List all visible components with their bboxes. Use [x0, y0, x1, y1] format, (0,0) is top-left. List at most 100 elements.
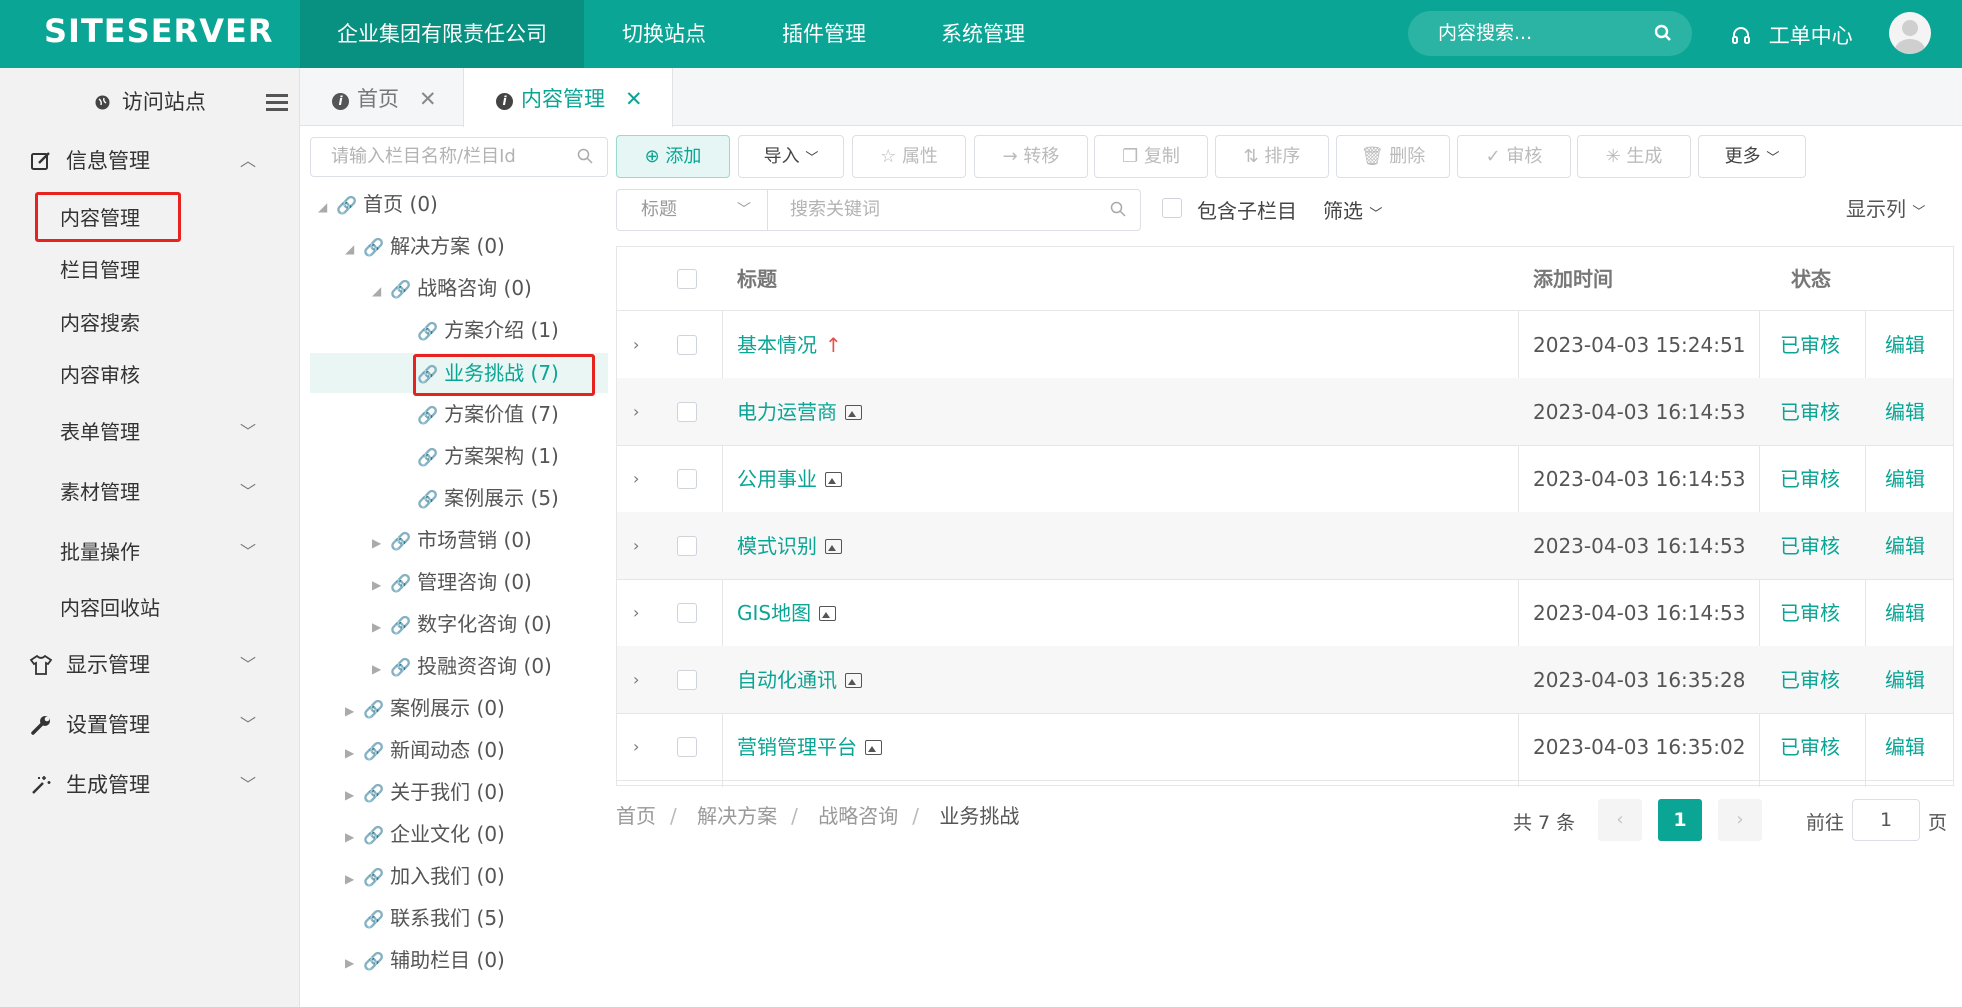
row-edit-link[interactable]: 编辑 [1885, 713, 1925, 781]
row-title-link[interactable]: 基本情况 ↑ [737, 311, 842, 379]
topnav-system[interactable]: 系统管理 [904, 0, 1062, 68]
topnav-company[interactable]: 企业集团有限责任公司 [300, 0, 584, 68]
row-edit-link[interactable]: 编辑 [1885, 445, 1925, 513]
row-checkbox[interactable] [677, 536, 697, 556]
tree-node[interactable]: ◢ 🔗 解决方案 (0) [345, 228, 505, 264]
row-checkbox[interactable] [677, 670, 697, 690]
tree-node[interactable]: ▶ 🔗 加入我们 (0) [345, 858, 505, 894]
sidebar-group-info[interactable]: 信息管理 ︿ [0, 132, 300, 190]
row-title-link[interactable]: GIS地图 [737, 579, 837, 647]
screen-dropdown[interactable]: 筛选 ﹀ [1323, 195, 1382, 224]
goto-page-input[interactable]: 1 [1852, 799, 1920, 841]
expand-icon[interactable]: › [633, 646, 639, 714]
breadcrumb-item[interactable]: 首页 [616, 804, 656, 828]
tree-node[interactable]: ▶ 🔗 企业文化 (0) [345, 816, 505, 852]
tree-node[interactable]: ▶ 🔗 新闻动态 (0) [345, 732, 505, 768]
expand-icon[interactable]: › [633, 311, 639, 379]
move-button[interactable]: → 转移 [974, 135, 1088, 178]
row-status-link[interactable]: 已审核 [1780, 646, 1840, 714]
tab-home[interactable]: i 首页 ✕ [300, 68, 463, 126]
site-logo[interactable]: SITESERVER [44, 12, 273, 50]
add-button[interactable]: ⊕ 添加 [616, 135, 730, 178]
row-title-link[interactable]: 营销管理平台 [737, 713, 882, 781]
tab-content-manage[interactable]: i 内容管理 ✕ [463, 68, 673, 127]
delete-button[interactable]: 🗑 删除 [1336, 135, 1450, 178]
row-status-link[interactable]: 已审核 [1780, 512, 1840, 580]
breadcrumb-item[interactable]: 战略咨询 [818, 804, 898, 828]
search-icon[interactable] [1654, 11, 1672, 56]
row-checkbox[interactable] [677, 469, 697, 489]
row-checkbox[interactable] [677, 335, 697, 355]
row-status-link[interactable]: 已审核 [1780, 378, 1840, 446]
row-status-link[interactable]: 已审核 [1780, 579, 1840, 647]
expand-icon[interactable]: › [633, 579, 639, 647]
sidebar-item-recycle[interactable]: 内容回收站 [0, 582, 300, 634]
row-status-link[interactable]: 已审核 [1780, 713, 1840, 781]
tree-node[interactable]: ▶ 🔗 数字化咨询 (0) [372, 606, 552, 642]
row-edit-link[interactable]: 编辑 [1885, 579, 1925, 647]
column-header-time[interactable]: 添加时间 [1533, 247, 1613, 311]
tree-node[interactable]: 🔗 联系我们 (5) [345, 900, 505, 936]
tree-node[interactable]: ▶ 🔗 管理咨询 (0) [372, 564, 532, 600]
field-select[interactable]: 标题 ﹀ [616, 189, 768, 231]
row-status-link[interactable]: 已审核 [1780, 311, 1840, 379]
prev-page-button[interactable]: ‹ [1598, 799, 1642, 841]
topnav-switch-site[interactable]: 切换站点 [585, 0, 743, 68]
keyword-input[interactable]: 搜索关键词 [767, 189, 1141, 231]
sidebar-group-display[interactable]: 显示管理 ﹀ [0, 636, 300, 694]
tree-node[interactable]: ◢ 🔗 首页 (0) [318, 186, 438, 222]
row-title-link[interactable]: 自动化通讯 [737, 646, 862, 714]
row-checkbox[interactable] [677, 737, 697, 757]
sidebar-item-channel-manage[interactable]: 栏目管理 [0, 244, 300, 296]
row-title-link[interactable]: 电力运营商 [737, 378, 862, 446]
sidebar-item-content-search[interactable]: 内容搜索 [0, 297, 300, 349]
user-avatar[interactable] [1889, 12, 1931, 54]
sidebar-group-generate[interactable]: 生成管理 ﹀ [0, 756, 300, 814]
row-checkbox[interactable] [677, 402, 697, 422]
row-checkbox[interactable] [677, 603, 697, 623]
generate-button[interactable]: ✳ 生成 [1577, 135, 1691, 178]
import-button[interactable]: 导入 ﹀ [738, 135, 844, 178]
topnav-plugins[interactable]: 插件管理 [745, 0, 903, 68]
column-header-status[interactable]: 状态 [1791, 247, 1831, 311]
tree-node[interactable]: 🔗 案例展示 (5) [399, 480, 559, 516]
row-edit-link[interactable]: 编辑 [1885, 378, 1925, 446]
row-title-link[interactable]: 模式识别 [737, 512, 842, 580]
channel-search-input[interactable]: 请输入栏目名称/栏目Id [310, 137, 608, 177]
select-all-checkbox[interactable] [677, 269, 697, 289]
visit-site-link[interactable]: 访问站点 [0, 68, 300, 130]
sidebar-item-forms[interactable]: 表单管理 ﹀ [0, 406, 300, 458]
row-title-link[interactable]: 公用事业 [737, 445, 842, 513]
columns-dropdown[interactable]: 显示列 ﹀ [1846, 193, 1925, 222]
breadcrumb-item[interactable]: 解决方案 [697, 804, 777, 828]
tree-node[interactable]: ▶ 🔗 辅助栏目 (0) [345, 942, 505, 978]
close-icon[interactable]: ✕ [419, 87, 437, 111]
close-icon[interactable]: ✕ [625, 87, 643, 111]
tree-node[interactable]: ▶ 🔗 投融资咨询 (0) [372, 648, 552, 684]
menu-toggle-icon[interactable] [266, 94, 288, 115]
tree-node[interactable]: 🔗 方案介绍 (1) [399, 312, 559, 348]
sidebar-item-content-audit[interactable]: 内容审核 [0, 349, 300, 401]
expand-icon[interactable]: › [633, 512, 639, 580]
tree-node[interactable]: ▶ 🔗 关于我们 (0) [345, 774, 505, 810]
include-children-checkbox[interactable] [1162, 198, 1182, 218]
audit-button[interactable]: ✓ 审核 [1457, 135, 1571, 178]
tree-node[interactable]: 🔗 方案架构 (1) [399, 438, 559, 474]
tree-node[interactable]: ▶ 🔗 市场营销 (0) [372, 522, 532, 558]
expand-icon[interactable]: › [633, 378, 639, 446]
expand-icon[interactable]: › [633, 445, 639, 513]
column-header-title[interactable]: 标题 [737, 247, 777, 311]
tree-node[interactable]: 🔗 方案价值 (7) [399, 396, 559, 432]
more-button[interactable]: 更多 ﹀ [1698, 135, 1806, 178]
row-status-link[interactable]: 已审核 [1780, 445, 1840, 513]
row-edit-link[interactable]: 编辑 [1885, 311, 1925, 379]
next-page-button[interactable]: › [1718, 799, 1762, 841]
global-search-input[interactable]: 内容搜索... [1408, 11, 1692, 56]
sort-button[interactable]: ⇅ 排序 [1215, 135, 1329, 178]
attributes-button[interactable]: ☆ 属性 [852, 135, 966, 178]
row-edit-link[interactable]: 编辑 [1885, 512, 1925, 580]
tree-node[interactable]: ◢ 🔗 战略咨询 (0) [372, 270, 532, 306]
expand-icon[interactable]: › [633, 713, 639, 781]
row-edit-link[interactable]: 编辑 [1885, 646, 1925, 714]
current-page-button[interactable]: 1 [1658, 799, 1702, 841]
